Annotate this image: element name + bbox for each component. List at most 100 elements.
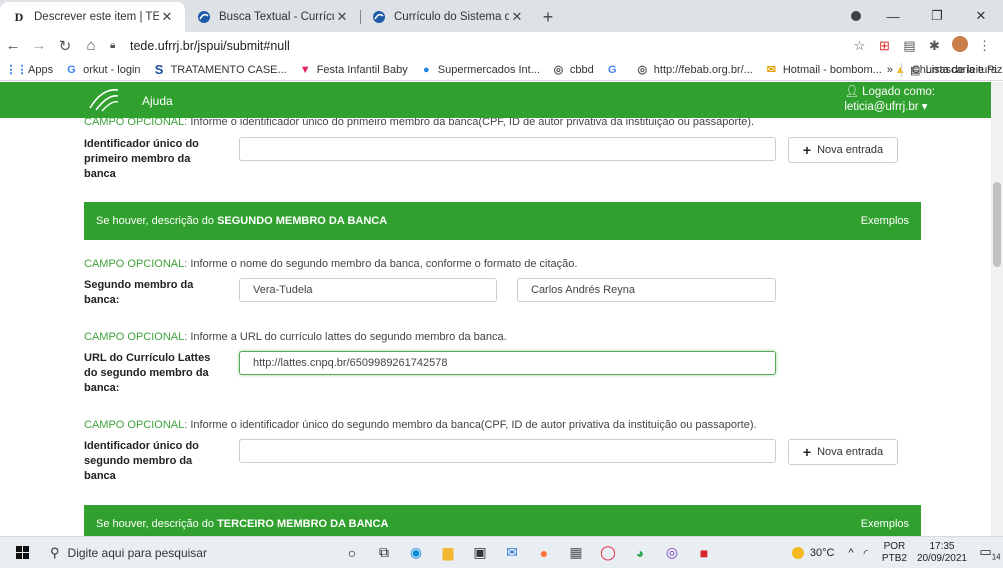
more-bookmarks-button[interactable]: » [887,64,893,76]
tede-logo-icon[interactable] [88,86,120,112]
google-icon: G [67,63,76,76]
network-icon[interactable]: ◜ [864,547,868,560]
section-title: Se houver, descrição do SEGUNDO MEMBRO D… [96,215,861,227]
minimize-button[interactable]: — [871,9,915,24]
user-menu[interactable]: 👤︎ Logado como: leticia@ufrrj.br ▾ [844,85,935,115]
task-view-icon[interactable]: ⧉ [368,544,400,561]
help-link[interactable]: Ajuda [142,94,173,108]
file-explorer-icon[interactable]: ▆ [432,544,464,561]
close-tab-icon[interactable]: ✕ [159,9,175,25]
new-tab-button[interactable]: + [535,2,561,32]
bookmark-cbbd[interactable]: ◎ cbbd [552,63,594,77]
opera-icon[interactable]: ◯ [592,544,624,561]
site-navbar: Ajuda 👤︎ Logado como: leticia@ufrrj.br ▾ [0,82,1003,118]
home-button[interactable]: ⌂ [78,37,104,54]
button-label: Nova entrada [817,446,884,458]
tab-busca-lattes[interactable]: Busca Textual - Currículo Lattes ✕ [185,2,360,32]
close-window-button[interactable]: ✕ [959,8,1003,24]
app-icon[interactable]: ■ [688,545,720,561]
lattes-icon [372,10,386,24]
clock-time: 17:35 [929,541,955,552]
bookmark-label: cbbd [569,63,594,76]
close-tab-icon[interactable]: ✕ [334,9,350,25]
reading-list-button[interactable]: Lista de leitura [925,64,997,76]
tor-icon[interactable]: ◎ [656,544,688,561]
second-member-url-input[interactable]: http://lattes.cnpq.br/6509989261742578 [239,351,776,375]
windows-taskbar: ⚲ Digite aqui para pesquisar ○ ⧉ ◉ ▆ ▣ ✉… [0,536,1003,568]
page-scrollbar[interactable] [991,82,1003,536]
firefox-icon[interactable]: ● [528,545,560,561]
forward-button[interactable]: → [26,37,52,54]
section-prefix: Se houver, descrição do [96,518,218,530]
language-indicator[interactable]: POR PTB2 [882,541,907,565]
user-email: leticia@ufrrj.br ▾ [844,101,928,113]
hint-text: Informe o identificador único do segundo… [187,419,757,431]
extension-icon[interactable]: ⊞ [872,38,897,54]
bookmarks-overflow: » ▤ Lista de leitura [887,59,997,81]
section-header-third-member: Se houver, descrição do TERCEIRO MEMBRO … [84,505,921,536]
bookmark-supermercados[interactable]: ● Supermercados Int... [420,63,540,76]
back-button[interactable]: ← [0,37,26,54]
url-field[interactable]: 🔒︎ tede.ufrrj.br/jspui/submit#null [110,34,847,58]
reload-button[interactable]: ↻ [52,37,78,55]
close-tab-icon[interactable]: ✕ [509,9,525,25]
button-label: Nova entrada [817,144,884,156]
label-second-member-name: Segundo membro da banca: [84,279,194,306]
start-button[interactable] [0,546,44,559]
v-icon: ▼ [299,63,311,76]
bookmark-febab[interactable]: ◎ http://febab.org.br/... [636,63,752,77]
store-icon[interactable]: ▣ [464,544,496,561]
section-prefix: Se houver, descrição do [96,215,218,227]
scrollbar-thumb[interactable] [993,182,1001,267]
taskbar-search[interactable]: ⚲ Digite aqui para pesquisar [44,537,294,568]
bookmark-google[interactable]: G [606,63,624,76]
hint-second-member-url: CAMPO OPCIONAL: Informe a URL do currícu… [84,331,507,343]
address-bar-row: ← → ↻ ⌂ 🔒︎ tede.ufrrj.br/jspui/submit#nu… [0,32,1003,59]
bookmark-apps[interactable]: ⋮⋮ Apps [6,63,54,77]
bookmark-festa[interactable]: ▼ Festa Infantil Baby [299,63,408,76]
first-member-id-input[interactable] [239,137,776,161]
extensions-puzzle-icon[interactable]: ✱ [922,38,947,54]
examples-link[interactable]: Exemplos [861,518,909,530]
google-icon: G [607,63,617,76]
avatar[interactable] [947,36,972,55]
logged-as-text: Logado como: [862,86,935,98]
edge-icon[interactable]: ◉ [400,544,432,561]
reading-list-icon: ▤ [910,64,921,77]
calculator-icon[interactable]: ▦ [560,544,592,561]
star-bookmark-icon[interactable]: ☆ [847,38,872,54]
notification-count: 14 [991,552,1001,562]
second-member-last-name-input[interactable]: Vera-Tudela [239,278,497,302]
bookmark-label: Festa Infantil Baby [316,63,408,76]
notification-icon: ▭ [979,544,992,560]
notifications-button[interactable]: ▭14 [977,544,1003,562]
second-member-id-input[interactable] [239,439,776,463]
new-entry-button-2[interactable]: + Nova entrada [788,439,898,465]
bookmark-label: TRATAMENTO CASE... [170,63,287,76]
restore-button[interactable]: ❐ [915,8,959,24]
url-text: tede.ufrrj.br/jspui/submit#null [130,38,290,53]
plus-icon: + [802,142,812,158]
globe-icon: ● [422,63,430,76]
tab-curriculo[interactable]: Currículo do Sistema de Currícul ✕ [360,2,535,32]
menu-kebab-icon[interactable]: ⋮ [972,38,997,54]
cortana-icon[interactable]: ○ [336,545,368,561]
tab-tede[interactable]: D Descrever este item | TEDE ✕ [0,2,185,32]
chevron-up-icon[interactable]: ^ [848,547,853,559]
clock[interactable]: 17:35 20/09/2021 [917,541,967,565]
reader-icon[interactable]: ▤ [897,38,922,54]
bookmark-tratamento[interactable]: S TRATAMENTO CASE... [153,62,287,77]
mail-icon[interactable]: ✉ [496,544,528,561]
bookmark-orkut[interactable]: Gorkut - login [65,63,140,76]
hint-text: Informe o nome do segundo membro da banc… [187,258,578,270]
pinned-apps: ○ ⧉ ◉ ▆ ▣ ✉ ● ▦ ◯ ◕ ◎ ■ [336,544,720,561]
chrome-icon[interactable]: ◕ [624,545,656,561]
new-entry-button-1[interactable]: + Nova entrada [788,137,898,163]
profile-dot-icon[interactable] [841,9,871,24]
bookmark-hotmail[interactable]: ✉ Hotmail - bombom... [765,63,882,77]
plus-icon: + [802,444,812,460]
weather-widget[interactable]: 30°C [791,547,834,559]
second-member-first-name-input[interactable]: Carlos Andrés Reyna [517,278,776,302]
s-icon: S [154,62,164,77]
examples-link[interactable]: Exemplos [861,215,909,227]
